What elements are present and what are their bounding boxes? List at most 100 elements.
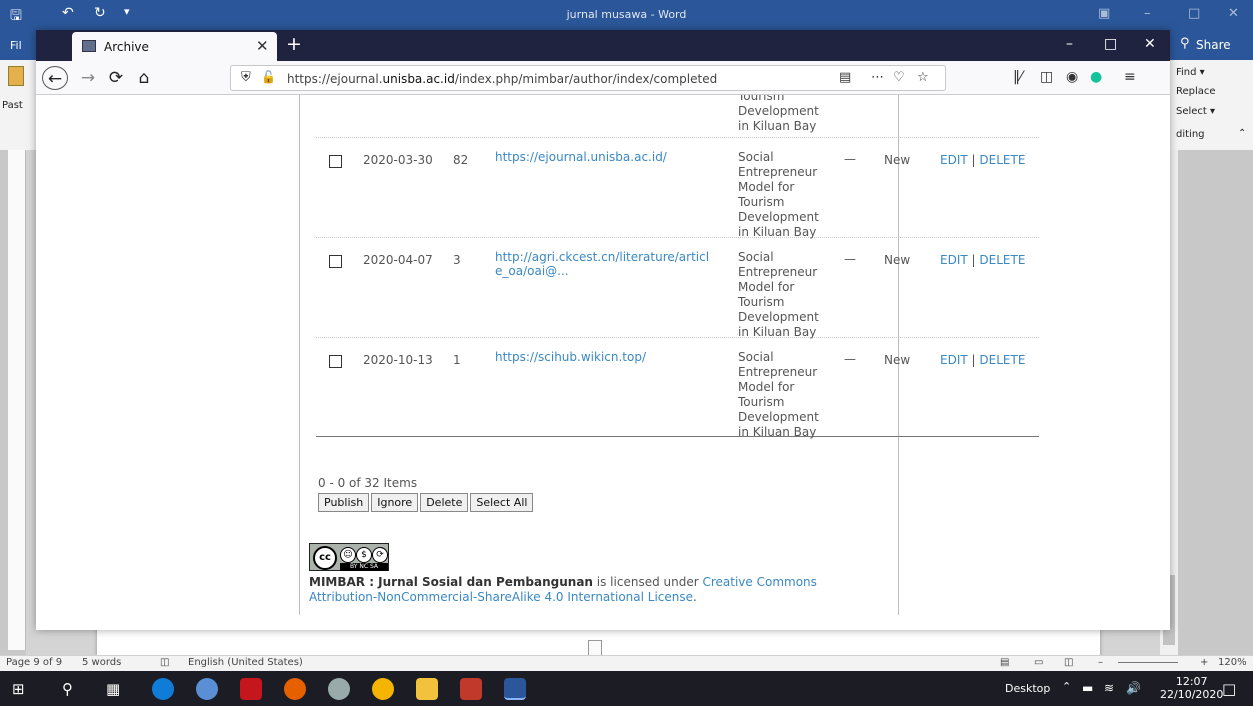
reader-view-icon[interactable]: ▤ [839, 70, 851, 85]
navigation-toolbar: ← → ⟳ ⌂ ⛨ 🔓 https://ejournal.unisba.ac.i… [36, 61, 1170, 95]
browser-close-icon[interactable]: ✕ [1144, 36, 1156, 52]
volume-icon[interactable]: 🔊 [1126, 681, 1141, 695]
read-mode-icon[interactable]: ▤ [1000, 657, 1009, 668]
close-tab-icon[interactable]: ✕ [256, 37, 269, 55]
home-icon[interactable]: ⌂ [134, 66, 154, 90]
row-url-link[interactable]: http://agri.ckcest.cn/literature/article… [495, 250, 715, 278]
select-label: Select [1176, 106, 1207, 117]
delete-button[interactable]: Delete [420, 493, 469, 512]
row-title: Social Entrepreneur Model for Tourism De… [738, 150, 819, 239]
edge-icon[interactable] [152, 678, 174, 700]
proofing-icon[interactable]: ◫ [160, 657, 169, 668]
select-all-button[interactable]: Select All [470, 493, 534, 512]
pocket-icon[interactable]: ♡ [893, 70, 905, 85]
task-view-icon[interactable]: ▦ [106, 680, 120, 698]
start-icon[interactable]: ⊞ [12, 680, 25, 698]
insecure-lock-icon[interactable]: 🔓 [261, 70, 276, 84]
delete-link[interactable]: DELETE [979, 353, 1025, 367]
paste-options-icon[interactable] [588, 640, 602, 656]
sidebar-icon[interactable]: ◫ [1040, 69, 1053, 85]
tab-archive[interactable]: Archive ✕ [72, 32, 277, 61]
row-count: 82 [453, 153, 469, 167]
paste-icon[interactable] [8, 66, 24, 86]
publish-button[interactable]: Publish [318, 493, 370, 512]
browser-maximize-icon[interactable]: □ [1104, 36, 1117, 52]
forward-icon[interactable]: → [78, 66, 98, 90]
chrome-icon[interactable] [372, 678, 394, 700]
notifications-icon[interactable]: □ [1222, 680, 1236, 698]
url-text[interactable]: https://ejournal.unisba.ac.id/index.php/… [287, 72, 717, 86]
collapse-ribbon-icon[interactable]: ⌃ [1238, 128, 1246, 139]
new-tab-icon[interactable]: + [286, 33, 302, 55]
word-close-icon[interactable]: ✕ [1228, 6, 1239, 21]
edit-link[interactable]: EDIT [940, 153, 968, 167]
language-indicator[interactable]: English (United States) [188, 657, 303, 668]
zoom-slider[interactable] [1118, 662, 1178, 663]
row-date: 2020-03-30 [363, 153, 433, 167]
search-icon[interactable]: ⚲ [62, 680, 73, 698]
reload-icon[interactable]: ⟳ [106, 66, 126, 90]
account-icon[interactable]: ◉ [1066, 69, 1078, 85]
acrobat-icon[interactable] [240, 678, 262, 700]
zoom-level[interactable]: 120% [1218, 657, 1247, 668]
select-button[interactable]: Select ▾ [1176, 106, 1215, 117]
word-icon[interactable] [504, 678, 526, 700]
web-layout-icon[interactable]: ◫ [1064, 657, 1073, 668]
bookmark-star-icon[interactable]: ☆ [917, 70, 929, 85]
find-button[interactable]: Find ▾ [1176, 67, 1205, 78]
word-minimize-icon[interactable]: – [1144, 6, 1151, 21]
paste-label[interactable]: Past [2, 100, 23, 111]
file-tab[interactable]: Fil [0, 30, 36, 60]
page-actions-icon[interactable]: ⋯ [871, 70, 884, 85]
page-indicator[interactable]: Page 9 of 9 [6, 657, 62, 668]
noncommercial-icon: $ [356, 547, 372, 563]
url-prefix: https://ejournal. [287, 72, 383, 86]
mendeley-icon[interactable] [460, 678, 482, 700]
delete-link[interactable]: DELETE [979, 253, 1025, 267]
menu-icon[interactable]: ≡ [1124, 69, 1136, 85]
grammarly-icon[interactable]: ● [1090, 69, 1102, 85]
tab-title: Archive [104, 40, 149, 54]
paint-icon[interactable] [328, 678, 350, 700]
edit-link[interactable]: EDIT [940, 353, 968, 367]
clock[interactable]: 12:07 22/10/2020 [1160, 675, 1223, 701]
attribution-icon: ☺ [340, 547, 356, 563]
wifi-icon[interactable]: ≋ [1104, 681, 1114, 695]
zoom-out-icon[interactable]: – [1098, 657, 1103, 668]
row-checkbox[interactable] [329, 155, 342, 168]
word-title-bar: 🖫 ↶ ↻ ▾ jurnal musawa - Word ▣ – □ ✕ [0, 0, 1253, 30]
row-url-link[interactable]: https://ejournal.unisba.ac.id/ [495, 150, 715, 164]
library-icon[interactable]: ‖⁄ [1013, 69, 1022, 85]
firefox-icon[interactable] [284, 678, 306, 700]
person-icon: ⚲ [1180, 36, 1190, 51]
row-date: 2020-10-13 [363, 353, 433, 367]
tracking-shield-icon[interactable]: ⛨ [241, 70, 251, 85]
network-icon[interactable]: ▬ [1082, 681, 1093, 695]
browser-minimize-icon[interactable]: – [1066, 36, 1073, 52]
creative-commons-badge[interactable]: cc ☺ $ ⟳ BY NC SA [309, 543, 389, 571]
ignore-button[interactable]: Ignore [371, 493, 419, 512]
show-hidden-icons-icon[interactable]: ⌃ [1062, 680, 1071, 693]
share-button[interactable]: ⚲ Share [1170, 30, 1253, 60]
document-right-margin [1178, 150, 1253, 655]
file-explorer-icon[interactable] [416, 678, 438, 700]
back-icon[interactable]: ← [42, 66, 68, 90]
row-count: 3 [453, 253, 461, 267]
zoom-in-icon[interactable]: + [1200, 657, 1208, 668]
row-checkbox[interactable] [329, 355, 342, 368]
delete-link[interactable]: DELETE [979, 153, 1025, 167]
print-layout-icon[interactable]: ▭ [1034, 657, 1043, 668]
word-count[interactable]: 5 words [82, 657, 121, 668]
ribbon-display-icon[interactable]: ▣ [1098, 6, 1110, 21]
3g-modem-icon[interactable] [196, 678, 218, 700]
row-url-link[interactable]: https://scihub.wikicn.top/ [495, 350, 715, 364]
word-maximize-icon[interactable]: □ [1188, 6, 1200, 21]
sharealike-icon: ⟳ [372, 547, 388, 563]
replace-button[interactable]: Replace [1176, 86, 1216, 97]
row-actions: EDIT | DELETE [940, 353, 1025, 367]
edit-link[interactable]: EDIT [940, 253, 968, 267]
url-bar[interactable]: ⛨ 🔓 https://ejournal.unisba.ac.id/index.… [230, 65, 946, 91]
row-status: New [884, 253, 911, 267]
row-checkbox[interactable] [329, 255, 342, 268]
desktop-toolbar-label[interactable]: Desktop [1005, 682, 1050, 695]
